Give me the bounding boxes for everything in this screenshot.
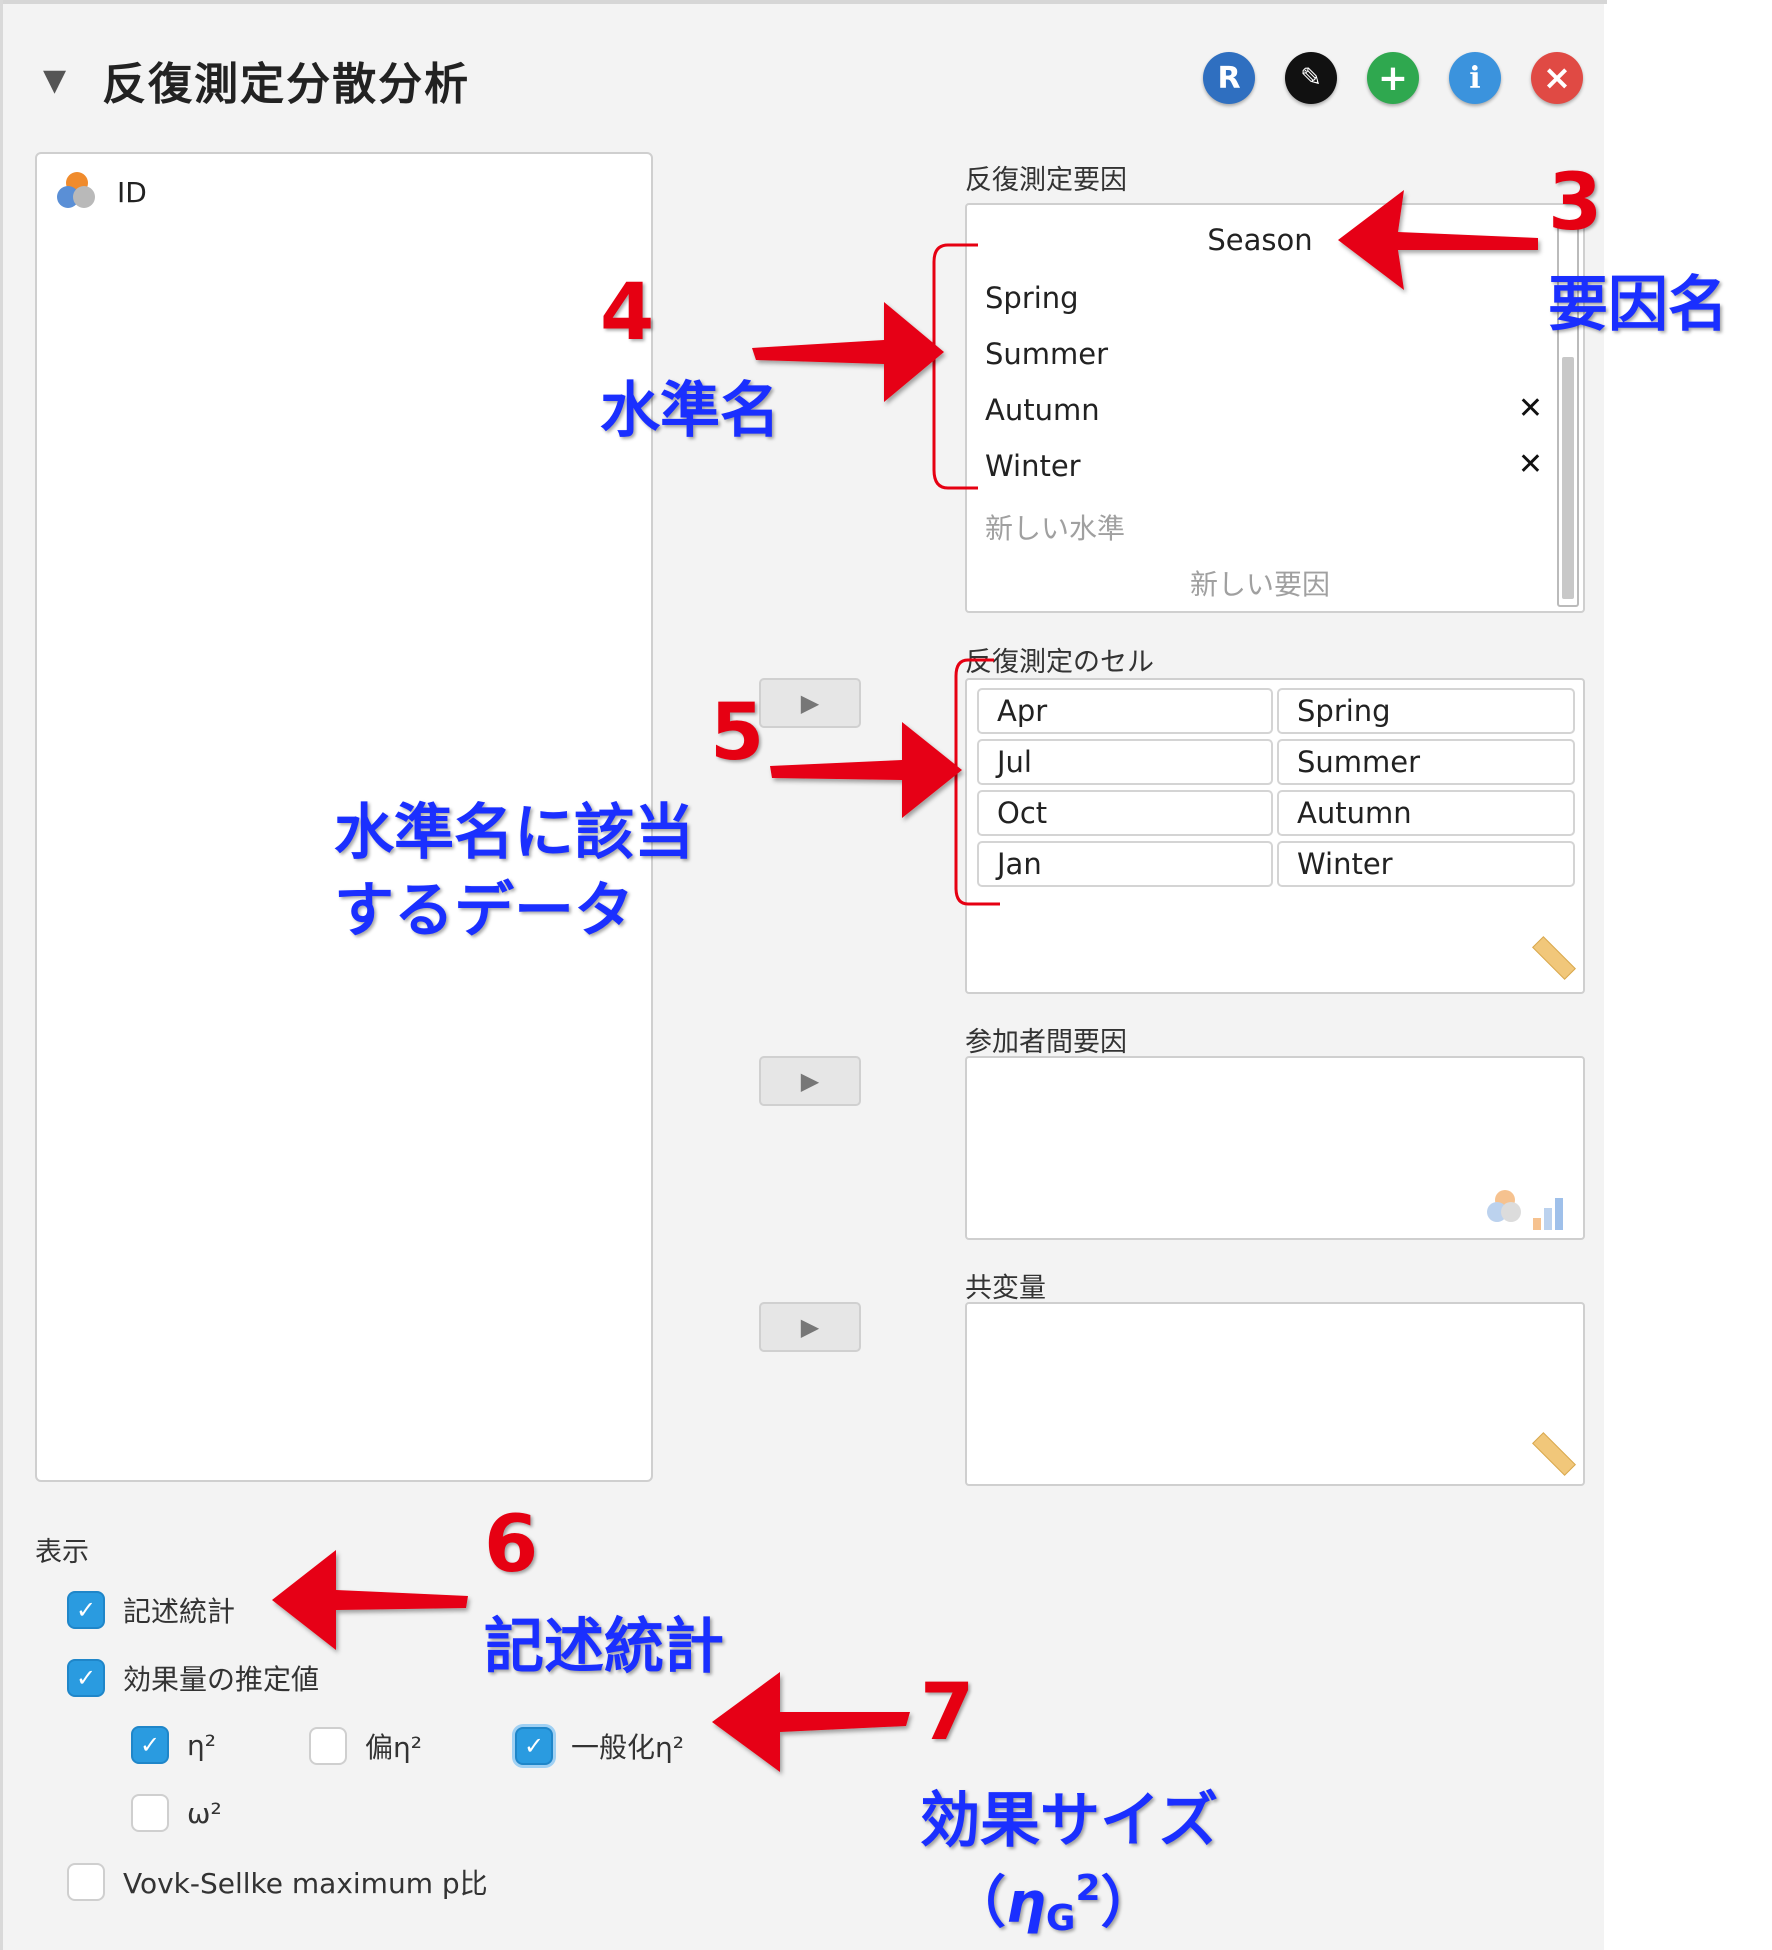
- collapse-triangle-icon[interactable]: ▼: [43, 63, 66, 98]
- between-factors-box[interactable]: [965, 1056, 1585, 1240]
- superscript-2: 2: [1075, 1868, 1101, 1909]
- remove-level-icon[interactable]: ✕: [1518, 447, 1543, 482]
- annotation-level-name: 水準名: [600, 376, 780, 446]
- rm-cells-label: 反復測定のセル: [965, 647, 1154, 678]
- eta-squared-option[interactable]: ✓ η²: [131, 1726, 216, 1764]
- scrollbar-thumb[interactable]: [1562, 357, 1574, 599]
- rm-level-item[interactable]: Winter: [985, 449, 1081, 483]
- checkbox-checked-icon[interactable]: ✓: [67, 1659, 105, 1697]
- checkbox-checked-icon[interactable]: ✓: [131, 1726, 169, 1764]
- rm-cell-data[interactable]: Oct: [977, 790, 1273, 836]
- subscript-g: G: [1045, 1898, 1076, 1939]
- variable-item-id[interactable]: ID: [57, 172, 147, 212]
- checkbox-unchecked-icon[interactable]: [67, 1863, 105, 1901]
- ordinal-bars-icon: [1533, 1198, 1567, 1230]
- annotation-descriptives: 記述統計: [484, 1612, 724, 1682]
- r-syntax-icon[interactable]: R: [1203, 52, 1255, 104]
- analysis-panel: ▼ 反復測定分散分析 R ✎ + i × ID 反復測定要因 Season Sp…: [0, 0, 1607, 1950]
- rm-cells-box: Apr Spring Jul Summer Oct Autumn Jan Win…: [965, 678, 1585, 994]
- rm-level-item[interactable]: Spring: [985, 281, 1079, 315]
- checkbox-unchecked-icon[interactable]: [131, 1794, 169, 1832]
- display-section-label: 表示: [35, 1537, 89, 1568]
- panel-title: 反復測定分散分析: [102, 59, 471, 110]
- paren-close: ）: [1100, 1871, 1157, 1936]
- option-label: 効果量の推定値: [123, 1663, 320, 1696]
- transfer-to-covariates-button[interactable]: ▶: [759, 1302, 861, 1352]
- descriptives-option[interactable]: ✓ 記述統計: [67, 1590, 235, 1630]
- paren-open: （: [950, 1871, 1006, 1936]
- annotation-effect-size: 効果サイズ: [920, 1786, 1219, 1856]
- rm-cell-data[interactable]: Apr: [977, 688, 1273, 734]
- option-label: ω²: [187, 1796, 222, 1830]
- covariates-box[interactable]: [965, 1302, 1585, 1486]
- transfer-to-between-button[interactable]: ▶: [759, 1056, 861, 1106]
- nominal-variable-icon: [1487, 1190, 1523, 1226]
- rm-cell-data[interactable]: Jul: [977, 739, 1273, 785]
- rm-factors-label: 反復測定要因: [965, 165, 1127, 196]
- top-border: [3, 0, 1607, 4]
- rm-cell-data[interactable]: Jan: [977, 841, 1273, 887]
- checkbox-unchecked-icon[interactable]: [309, 1727, 347, 1765]
- plus-icon[interactable]: +: [1367, 52, 1419, 104]
- rm-cell-level: Summer: [1277, 739, 1575, 785]
- variable-name: ID: [117, 175, 147, 209]
- rm-level-item[interactable]: Summer: [985, 337, 1108, 371]
- annotation-number-3: 3: [1548, 158, 1603, 248]
- rm-cell-level: Winter: [1277, 841, 1575, 887]
- pencil-icon[interactable]: ✎: [1285, 52, 1337, 104]
- annotation-number-4: 4: [600, 268, 655, 358]
- nominal-variable-icon: [57, 172, 97, 212]
- rm-factors-box: Season Spring Summer Autumn ✕ Winter ✕ 新…: [965, 203, 1585, 613]
- annotation-eta-g-squared: （ηG2）: [950, 1858, 1157, 1939]
- scale-ruler-icon: [1532, 936, 1576, 980]
- rm-cell-level: Autumn: [1277, 790, 1575, 836]
- rm-factor-name-field[interactable]: Season: [967, 223, 1553, 257]
- option-label: 記述統計: [123, 1595, 236, 1628]
- rm-cell-level: Spring: [1277, 688, 1575, 734]
- new-factor-placeholder[interactable]: 新しい要因: [967, 563, 1553, 603]
- general-eta-squared-option[interactable]: ✓ 一般化η²: [515, 1726, 684, 1766]
- transfer-to-cells-button[interactable]: ▶: [759, 678, 861, 728]
- annotation-number-5: 5: [710, 688, 765, 778]
- checkbox-checked-icon[interactable]: ✓: [515, 1727, 553, 1765]
- covariates-label: 共変量: [965, 1273, 1046, 1304]
- scale-ruler-icon: [1532, 1432, 1576, 1476]
- new-level-placeholder[interactable]: 新しい水準: [985, 507, 1125, 547]
- rm-level-item[interactable]: Autumn: [985, 393, 1100, 427]
- effect-size-option[interactable]: ✓ 効果量の推定値: [67, 1658, 319, 1698]
- annotation-data-line1: 水準名に該当: [334, 798, 694, 868]
- omega-squared-option[interactable]: ω²: [131, 1794, 222, 1832]
- option-label: Vovk-Sellke maximum p比: [123, 1867, 488, 1900]
- partial-eta-squared-option[interactable]: 偏η²: [309, 1726, 422, 1766]
- annotation-number-6: 6: [484, 1500, 539, 1590]
- close-icon[interactable]: ×: [1531, 52, 1583, 104]
- vovk-sellke-option[interactable]: Vovk-Sellke maximum p比: [67, 1862, 488, 1902]
- between-factors-label: 参加者間要因: [965, 1027, 1127, 1058]
- annotation-factor-name: 要因名: [1548, 270, 1728, 340]
- panel-header: ▼ 反復測定分散分析: [43, 50, 470, 110]
- annotation-data-line2: するデータ: [334, 876, 634, 946]
- option-label: 偏η²: [365, 1731, 422, 1764]
- eta-symbol: η: [1006, 1871, 1046, 1936]
- checkbox-checked-icon[interactable]: ✓: [67, 1591, 105, 1629]
- option-label: η²: [187, 1728, 216, 1762]
- annotation-number-7: 7: [920, 1668, 975, 1758]
- info-icon[interactable]: i: [1449, 52, 1501, 104]
- option-label: 一般化η²: [571, 1731, 684, 1764]
- remove-level-icon[interactable]: ✕: [1518, 391, 1543, 426]
